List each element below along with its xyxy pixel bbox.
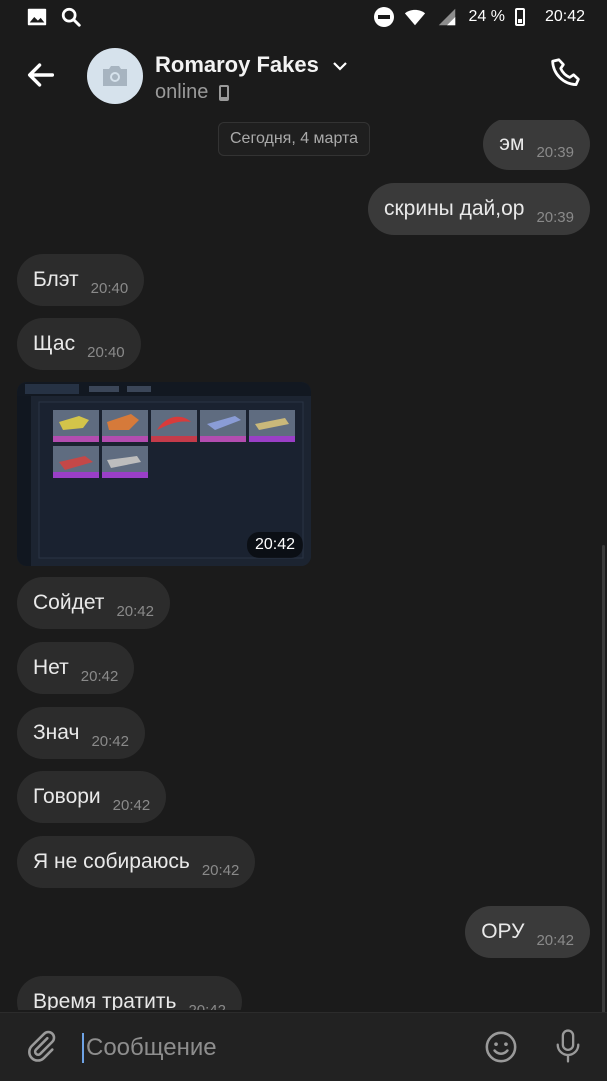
avatar[interactable] <box>87 48 143 104</box>
signal-icon <box>439 8 456 26</box>
text-caret <box>82 1033 84 1063</box>
message-time: 20:42 <box>116 602 154 620</box>
contact-name[interactable]: Romaroy Fakes <box>155 52 347 78</box>
dnd-icon <box>374 7 395 27</box>
message-time: 20:42 <box>91 732 129 750</box>
gallery-icon <box>27 8 47 26</box>
chat-header: Romaroy Fakes online <box>0 36 607 120</box>
emoji-icon[interactable] <box>484 1030 518 1064</box>
message-bubble[interactable]: Щас 20:40 <box>17 318 141 370</box>
message-time: 20:42 <box>536 931 574 949</box>
message-text: Нет <box>33 656 69 679</box>
message-text: эм <box>499 132 525 155</box>
message-text: Говори <box>33 785 101 808</box>
message-text: Я не собираюсь <box>33 850 190 873</box>
clock: 20:42 <box>544 8 585 25</box>
photo-message[interactable]: 20:42 <box>17 382 311 566</box>
message-bubble[interactable]: Говори 20:42 <box>17 771 167 823</box>
message-time: 20:39 <box>536 208 574 226</box>
message-bubble[interactable]: ОРУ 20:42 <box>465 906 590 958</box>
wifi-icon <box>405 9 426 26</box>
message-time: 20:42 <box>80 667 119 685</box>
message-time: 20:40 <box>90 279 129 297</box>
back-arrow-icon[interactable] <box>24 58 58 92</box>
message-input[interactable]: Сообщение <box>82 1029 462 1067</box>
message-text: Щас <box>33 332 76 355</box>
online-text: online <box>155 81 209 103</box>
message-bubble[interactable]: Знач 20:42 <box>17 707 145 759</box>
mic-icon[interactable] <box>552 1028 584 1064</box>
message-bubble[interactable]: скрины дай,ор 20:39 <box>367 183 590 235</box>
message-time: 20:42 <box>201 861 240 879</box>
message-placeholder: Сообщение <box>86 1034 217 1061</box>
message-time: 20:42 <box>188 1001 226 1011</box>
battery-icon <box>514 8 525 26</box>
message-bubble[interactable]: Время тратить 20:42 <box>17 976 242 1010</box>
message-text: Блэт <box>33 268 79 291</box>
battery-percent: 24 % <box>468 8 505 25</box>
status-bar: 24 % 20:42 <box>0 0 607 36</box>
message-text: Сойдет <box>33 591 105 614</box>
message-text: ОРУ <box>481 920 525 943</box>
phone-icon[interactable] <box>549 56 585 92</box>
message-bubble[interactable]: Нет 20:42 <box>17 642 135 694</box>
chevron-down-icon <box>333 62 347 71</box>
scrollbar[interactable] <box>602 545 605 1015</box>
mobile-icon <box>219 84 230 101</box>
search-icon <box>61 7 81 27</box>
date-divider: Сегодня, 4 марта <box>218 122 371 156</box>
message-bubble[interactable]: Сойдет 20:42 <box>17 577 170 629</box>
online-status: online <box>155 81 230 104</box>
message-text: Время тратить <box>33 990 177 1010</box>
message-bubble[interactable]: Блэт 20:40 <box>17 254 145 306</box>
message-time: 20:42 <box>112 796 151 814</box>
photo-time: 20:42 <box>246 532 303 558</box>
contact-name-text: Romaroy Fakes <box>155 52 319 77</box>
message-bubble[interactable]: эм 20:39 <box>483 120 590 170</box>
message-time: 20:39 <box>536 143 574 161</box>
message-list[interactable]: Сегодня, 4 марта эм 20:39 скрины дай,ор … <box>0 120 607 1010</box>
message-text: скрины дай,ор <box>383 197 525 220</box>
message-bubble[interactable]: Я не собираюсь 20:42 <box>17 836 256 888</box>
message-composer: Сообщение <box>0 1012 607 1081</box>
camera-icon <box>103 66 127 86</box>
attach-icon[interactable] <box>24 1029 58 1063</box>
message-text: Знач <box>33 721 80 744</box>
message-time: 20:40 <box>87 343 125 361</box>
